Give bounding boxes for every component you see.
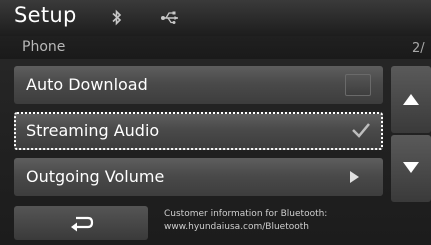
setup-screen: Setup Phone 2/ Auto Download Streaming A… <box>0 0 431 245</box>
menu-item-label: Auto Download <box>26 75 148 94</box>
scroll-up-button[interactable] <box>391 66 431 133</box>
section-title: Phone <box>22 39 66 55</box>
menu-item-label: Streaming Audio <box>26 121 160 140</box>
back-button[interactable] <box>14 206 148 240</box>
arrow-down-icon <box>403 162 419 173</box>
usb-icon <box>161 11 178 24</box>
menu-item-outgoing-volume[interactable]: Outgoing Volume <box>14 158 383 196</box>
menu-item-auto-download[interactable]: Auto Download <box>14 66 383 104</box>
info-line-1: Customer information for Bluetooth: <box>164 209 328 219</box>
bluetooth-info-text: Customer information for Bluetooth: www.… <box>164 208 389 234</box>
bluetooth-icon <box>112 9 122 26</box>
arrow-right-icon <box>350 171 359 183</box>
checkmark-icon[interactable] <box>351 121 371 139</box>
back-arrow-icon <box>71 216 94 232</box>
menu-item-streaming-audio[interactable]: Streaming Audio <box>14 112 383 150</box>
arrow-up-icon <box>403 94 419 105</box>
page-indicator: 2/ <box>412 41 425 56</box>
info-line-2: www.hyundaiusa.com/Bluetooth <box>164 222 309 232</box>
page-title: Setup <box>14 3 77 27</box>
top-bar: Setup <box>0 0 431 36</box>
scroll-down-button[interactable] <box>391 135 431 202</box>
checkbox-unchecked[interactable] <box>345 74 371 96</box>
menu-item-label: Outgoing Volume <box>26 167 165 186</box>
